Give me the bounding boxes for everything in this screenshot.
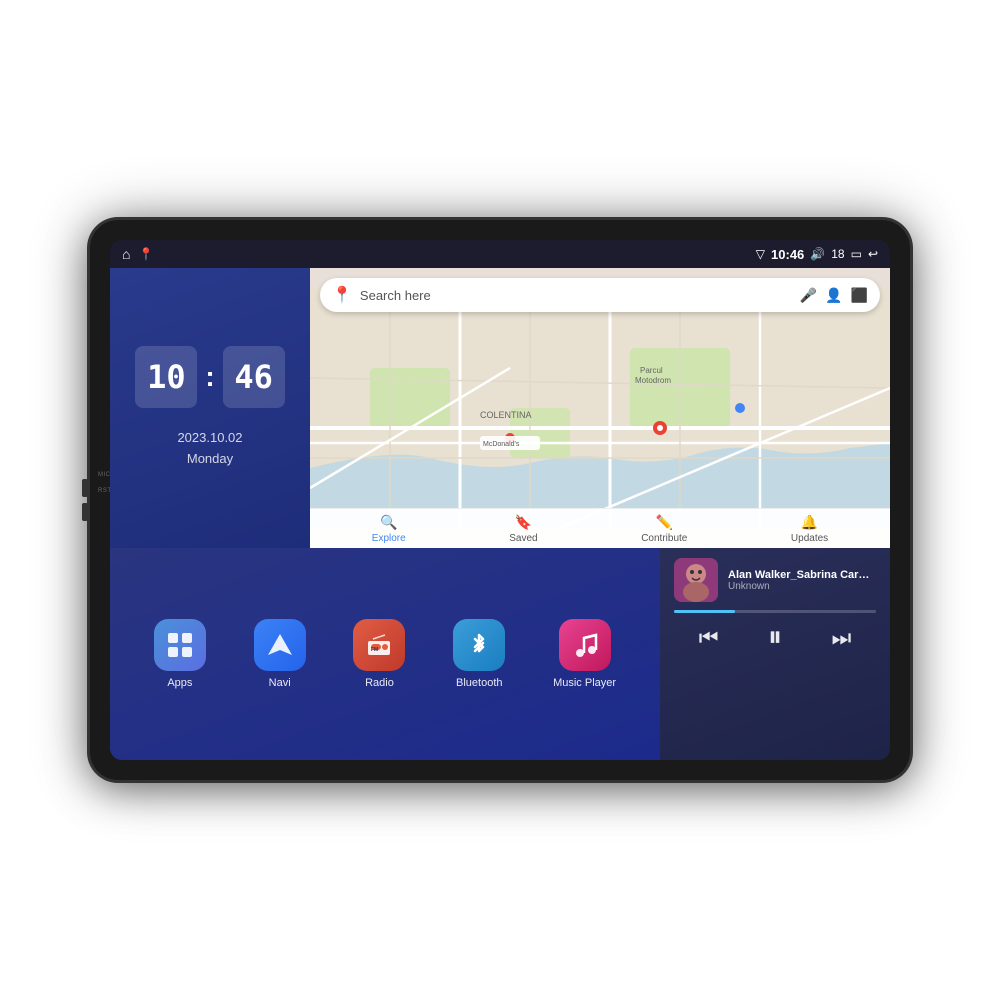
map-updates-tab[interactable]: 🔔 Updates	[791, 514, 828, 544]
navi-icon-wrapper	[254, 619, 306, 671]
car-head-unit: MIC RST ⌂ 📍 ▽ 10:46 🔊 18 ▭ ↩	[90, 220, 910, 780]
side-buttons	[82, 479, 88, 521]
music-note-icon	[571, 631, 599, 659]
music-player-label: Music Player	[553, 677, 616, 689]
svg-text:COLENTINA: COLENTINA	[480, 410, 532, 420]
status-right: ▽ 10:46 🔊 18 ▭ ↩	[756, 247, 878, 262]
bluetooth-symbol-icon	[465, 631, 493, 659]
navigation-icon	[266, 631, 294, 659]
map-explore-tab[interactable]: 🔍 Explore	[372, 514, 406, 544]
radio-label: Radio	[365, 677, 394, 689]
app-icon-apps[interactable]: Apps	[154, 619, 206, 689]
updates-icon: 🔔	[801, 514, 818, 531]
status-left-icons: ⌂ 📍	[122, 246, 153, 262]
screen-icon: ▭	[851, 247, 862, 261]
saved-icon: 🔖	[515, 514, 532, 531]
music-controls: ⏮ ⏸ ⏭	[674, 621, 876, 654]
map-search-bar[interactable]: 📍 Search here 🎤 👤 ⬛	[320, 278, 880, 312]
explore-icon: 🔍	[380, 514, 397, 531]
app-icon-bluetooth[interactable]: Bluetooth	[453, 619, 505, 689]
google-maps-icon: 📍	[332, 285, 352, 305]
map-search-text[interactable]: Search here	[360, 288, 792, 303]
apps-panel: Apps Navi	[110, 548, 660, 760]
navi-label: Navi	[269, 677, 291, 689]
apps-grid-icon	[166, 631, 194, 659]
clock-colon: :	[205, 361, 214, 393]
music-progress-fill	[674, 610, 735, 613]
app-icon-navi[interactable]: Navi	[254, 619, 306, 689]
map-panel[interactable]: COLENTINA Parcul Motodrom McDonald's	[310, 268, 890, 548]
mic-search-icon[interactable]: 🎤	[800, 287, 817, 304]
next-button[interactable]: ⏭	[831, 625, 851, 651]
map-saved-tab[interactable]: 🔖 Saved	[509, 514, 537, 544]
bluetooth-icon-wrapper	[453, 619, 505, 671]
music-icon-wrapper	[559, 619, 611, 671]
account-icon[interactable]: 👤	[825, 287, 842, 304]
volume-icon: 🔊	[810, 247, 825, 261]
device-screen: ⌂ 📍 ▽ 10:46 🔊 18 ▭ ↩ 10 :	[110, 240, 890, 760]
music-panel: Alan Walker_Sabrina Carpenter_F... Unkno…	[660, 548, 890, 760]
clock-minutes: 46	[223, 346, 285, 408]
map-search-icons: 🎤 👤 ⬛	[800, 287, 868, 304]
clock-date: 2023.10.02 Monday	[177, 428, 242, 470]
clock-panel: 10 : 46 2023.10.02 Monday	[110, 268, 310, 548]
apps-icon-wrapper	[154, 619, 206, 671]
svg-text:Motodrom: Motodrom	[635, 376, 671, 385]
bottom-section: Apps Navi	[110, 548, 890, 760]
bluetooth-label: Bluetooth	[456, 677, 502, 689]
app-icon-radio[interactable]: FM Radio	[353, 619, 405, 689]
music-title: Alan Walker_Sabrina Carpenter_F...	[728, 569, 876, 581]
side-button-2[interactable]	[82, 503, 88, 521]
battery-level: 18	[831, 247, 844, 261]
svg-text:McDonald's: McDonald's	[483, 441, 520, 448]
music-thumbnail	[674, 558, 718, 602]
back-icon[interactable]: ↩	[868, 247, 878, 261]
clock-display: 10 : 46	[135, 346, 284, 408]
music-artist: Unknown	[728, 581, 876, 592]
top-section: 10 : 46 2023.10.02 Monday	[110, 268, 890, 548]
clock-hours: 10	[135, 346, 197, 408]
side-button-1[interactable]	[82, 479, 88, 497]
play-pause-button[interactable]: ⏸	[768, 621, 782, 654]
radio-icon: FM	[365, 631, 393, 659]
map-contribute-tab[interactable]: ✏️ Contribute	[641, 514, 687, 544]
wifi-icon: ▽	[756, 247, 765, 261]
music-text: Alan Walker_Sabrina Carpenter_F... Unkno…	[728, 569, 876, 592]
map-bottom-bar: 🔍 Explore 🔖 Saved ✏️ Contribute 🔔	[310, 508, 890, 548]
layers-icon[interactable]: ⬛	[851, 287, 868, 304]
music-info: Alan Walker_Sabrina Carpenter_F... Unkno…	[674, 558, 876, 602]
svg-text:FM: FM	[371, 647, 378, 653]
music-progress-bar[interactable]	[674, 610, 876, 613]
prev-button[interactable]: ⏮	[699, 625, 719, 651]
svg-text:Parcul: Parcul	[640, 366, 663, 375]
main-content: 10 : 46 2023.10.02 Monday	[110, 268, 890, 760]
apps-label: Apps	[167, 677, 192, 689]
app-icon-music[interactable]: Music Player	[553, 619, 616, 689]
album-art-svg	[674, 558, 718, 602]
radio-icon-wrapper: FM	[353, 619, 405, 671]
status-time: 10:46	[771, 247, 804, 262]
maps-icon[interactable]: 📍	[138, 247, 153, 261]
contribute-icon: ✏️	[656, 514, 673, 531]
home-icon[interactable]: ⌂	[122, 246, 130, 262]
status-bar: ⌂ 📍 ▽ 10:46 🔊 18 ▭ ↩	[110, 240, 890, 268]
